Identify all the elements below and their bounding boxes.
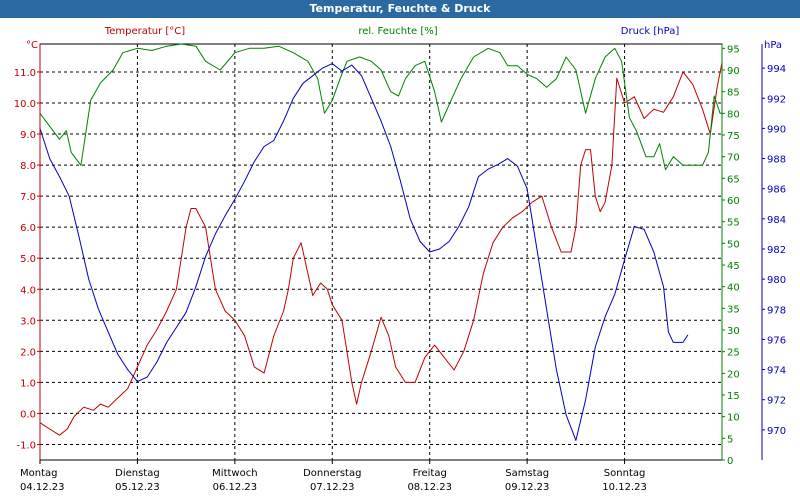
- axes: -1.0 0.0 1.0 2.0 3.0 4.0 5.0 6.0 7.0 8.0 9.0 10.0 11…: [14, 44, 786, 493]
- plot-frame: [39, 43, 723, 461]
- humidity-tick-label: 5: [727, 434, 733, 445]
- pressure-unit-label: hPa: [764, 40, 782, 51]
- x-date-label: 08.12.23: [407, 482, 452, 493]
- pressure-tick-label: 970: [767, 426, 786, 437]
- temperature-tick-label: 9.0: [20, 130, 36, 141]
- humidity-tick-label: 50: [727, 239, 740, 250]
- humidity-tick-label: 35: [727, 304, 740, 315]
- temperature-tick-label: 3.0: [20, 316, 36, 327]
- temperature-tick-label: -1.0: [16, 440, 36, 451]
- x-day-label: Freitag: [413, 468, 447, 479]
- series-pressure-line: [39, 63, 689, 441]
- x-date-label: 07.12.23: [310, 482, 355, 493]
- humidity-tick-label: 60: [727, 196, 740, 207]
- temperature-tick-label: 5.0: [20, 254, 36, 265]
- humidity-tick-label: 75: [727, 131, 740, 142]
- x-day-label: Mittwoch: [212, 468, 257, 479]
- temperature-tick-label: 6.0: [20, 223, 36, 234]
- temperature-tick-label: 11.0: [14, 68, 36, 79]
- x-day-label: Sonntag: [604, 468, 646, 479]
- pressure-axis-label: Druck [hPa]: [621, 26, 680, 37]
- series-humidity-line: [39, 43, 722, 171]
- x-date-label: 04.12.23: [20, 482, 65, 493]
- humidity-tick-label: 40: [727, 283, 740, 294]
- pressure-tick-label: 990: [767, 124, 786, 135]
- pressure-tick-label: 976: [767, 335, 786, 346]
- temperature-tick-label: 4.0: [20, 285, 36, 296]
- temperature-tick-label: 2.0: [20, 347, 36, 358]
- temperature-tick-label: 8.0: [20, 161, 36, 172]
- x-date-label: 10.12.23: [602, 482, 647, 493]
- pressure-tick-label: 988: [767, 155, 786, 166]
- temperature-tick-label: 10.0: [14, 99, 36, 110]
- x-date-label: 06.12.23: [213, 482, 258, 493]
- chart-canvas: -1.0 0.0 1.0 2.0 3.0 4.0 5.0 6.0 7.0 8.0 9.0 10.0 11…: [14, 26, 786, 493]
- pressure-tick-label: 972: [767, 396, 786, 407]
- humidity-tick-label: 20: [727, 369, 740, 380]
- humidity-tick-label: 0: [727, 456, 733, 467]
- humidity-tick-label: 85: [727, 88, 740, 99]
- humidity-tick-label: 80: [727, 109, 740, 120]
- pressure-tick-label: 978: [767, 305, 786, 316]
- humidity-tick-label: 55: [727, 218, 740, 229]
- humidity-tick-label: 95: [727, 44, 740, 55]
- temperature-tick-label: 7.0: [20, 192, 36, 203]
- x-day-label: Donnerstag: [303, 468, 361, 479]
- humidity-tick-label: 45: [727, 261, 740, 272]
- grid: [39, 43, 723, 461]
- humidity-axis-label: rel. Feuchte [%]: [358, 26, 437, 37]
- x-day-label: Dienstag: [115, 468, 160, 479]
- pressure-tick-label: 986: [767, 185, 786, 196]
- pressure-tick-label: 974: [767, 366, 786, 377]
- humidity-tick-label: 25: [727, 348, 740, 359]
- humidity-tick-label: 70: [727, 153, 740, 164]
- humidity-tick-label: 30: [727, 326, 740, 337]
- humidity-tick-label: 90: [727, 66, 740, 77]
- humidity-tick-label: 10: [727, 413, 740, 424]
- x-date-label: 09.12.23: [505, 482, 550, 493]
- temperature-tick-label: 0.0: [20, 409, 36, 420]
- pressure-tick-label: 980: [767, 275, 786, 286]
- x-day-label: Samstag: [505, 468, 549, 479]
- x-date-label: 05.12.23: [115, 482, 160, 493]
- x-day-label: Montag: [20, 468, 57, 479]
- pressure-tick-label: 984: [767, 215, 786, 226]
- temperature-unit-label: °C: [26, 40, 38, 51]
- pressure-tick-label: 994: [767, 64, 786, 75]
- pressure-tick-label: 982: [767, 245, 786, 256]
- temperature-tick-label: 1.0: [20, 378, 36, 389]
- temperature-axis-label: Temperatur [°C]: [104, 26, 185, 37]
- humidity-tick-label: 15: [727, 391, 740, 402]
- humidity-tick-label: 65: [727, 174, 740, 185]
- pressure-tick-label: 992: [767, 94, 786, 105]
